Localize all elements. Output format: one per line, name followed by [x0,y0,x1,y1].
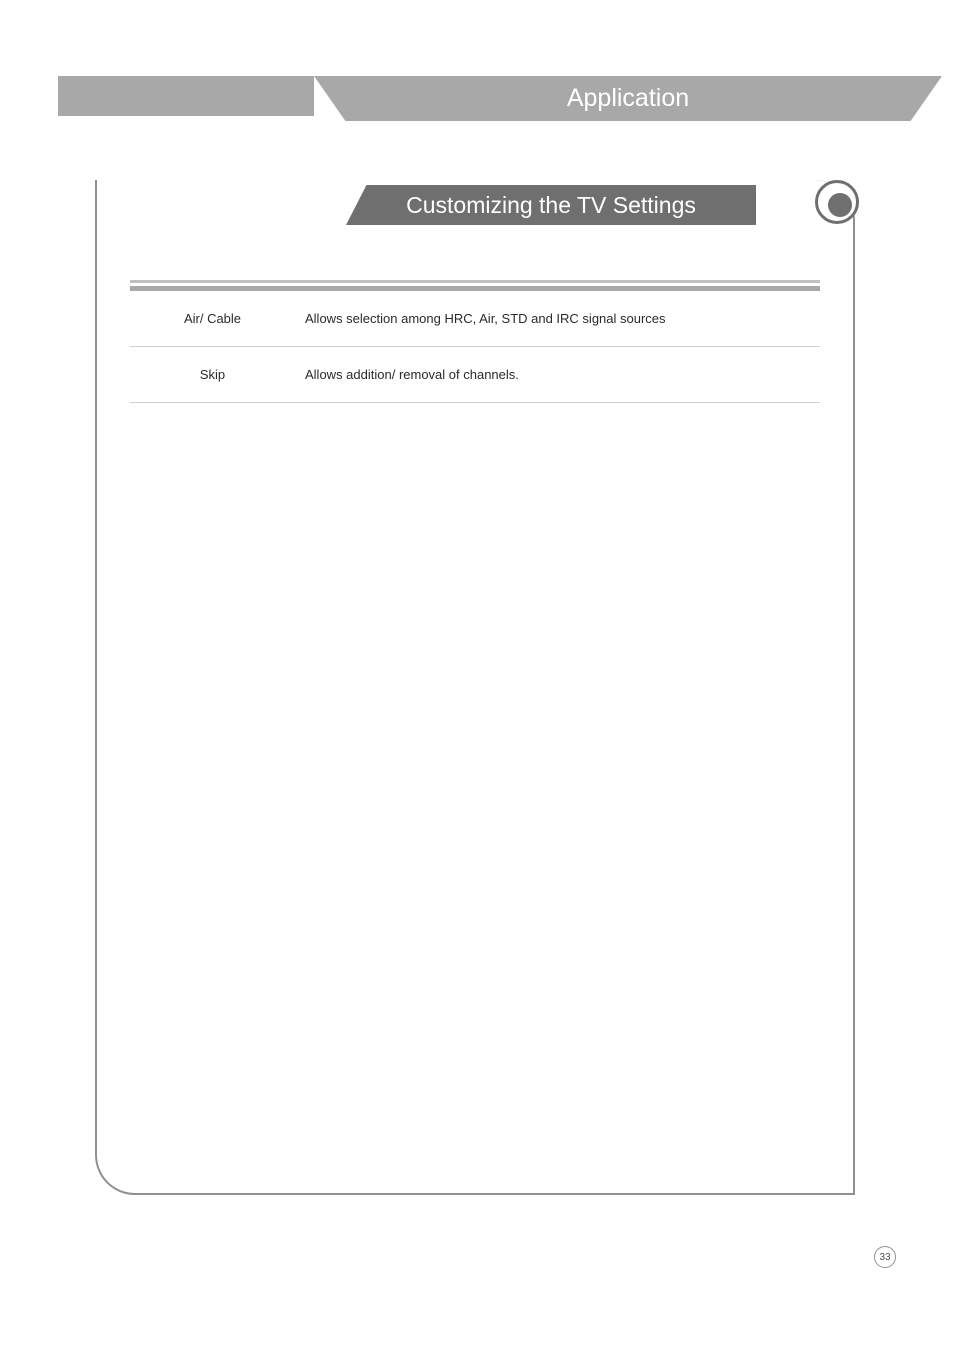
setting-label: Air/ Cable [130,311,295,326]
section-tab: Customizing the TV Settings [346,185,756,225]
table-row: Air/ Cable Allows selection among HRC, A… [130,291,820,347]
header-title: Application [567,84,689,113]
section-title: Customizing the TV Settings [406,192,696,219]
page-number: 33 [874,1246,896,1268]
setting-description: Allows selection among HRC, Air, STD and… [295,311,820,326]
section-ornament-dot [828,193,852,217]
table-top-border [130,280,820,283]
setting-description: Allows addition/ removal of channels. [295,367,820,382]
setting-label: Skip [130,367,295,382]
table-row: Skip Allows addition/ removal of channel… [130,347,820,403]
page-number-text: 33 [879,1252,890,1263]
header-block [58,76,314,116]
header-tab: Application [314,76,942,121]
section-ornament-circle [815,180,859,224]
settings-table: Air/ Cable Allows selection among HRC, A… [130,280,820,403]
